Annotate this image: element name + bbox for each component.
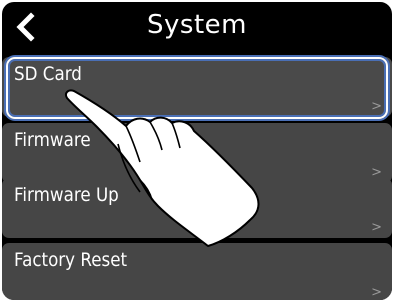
- menu-item-factory-reset[interactable]: Factory Reset >: [2, 243, 392, 300]
- menu-item-label: Firmware: [14, 129, 91, 151]
- touch-screen: System SD Card > Firmware > Firmware Up …: [2, 2, 392, 300]
- chevron-right-icon: >: [371, 285, 382, 300]
- header-bar: System: [2, 2, 392, 52]
- chevron-right-icon: >: [371, 220, 382, 235]
- menu-item-label: Firmware Up: [14, 184, 119, 206]
- menu-item-firmware-update[interactable]: Firmware Up >: [2, 178, 392, 238]
- device-frame: System SD Card > Firmware > Firmware Up …: [0, 0, 394, 302]
- menu-item-label: Factory Reset: [14, 249, 128, 271]
- page-title: System: [147, 10, 247, 40]
- menu-item-sd-card[interactable]: SD Card >: [2, 57, 392, 117]
- menu-item-firmware[interactable]: Firmware >: [2, 123, 392, 183]
- chevron-right-icon: >: [371, 99, 382, 114]
- menu-item-label: SD Card: [14, 63, 82, 85]
